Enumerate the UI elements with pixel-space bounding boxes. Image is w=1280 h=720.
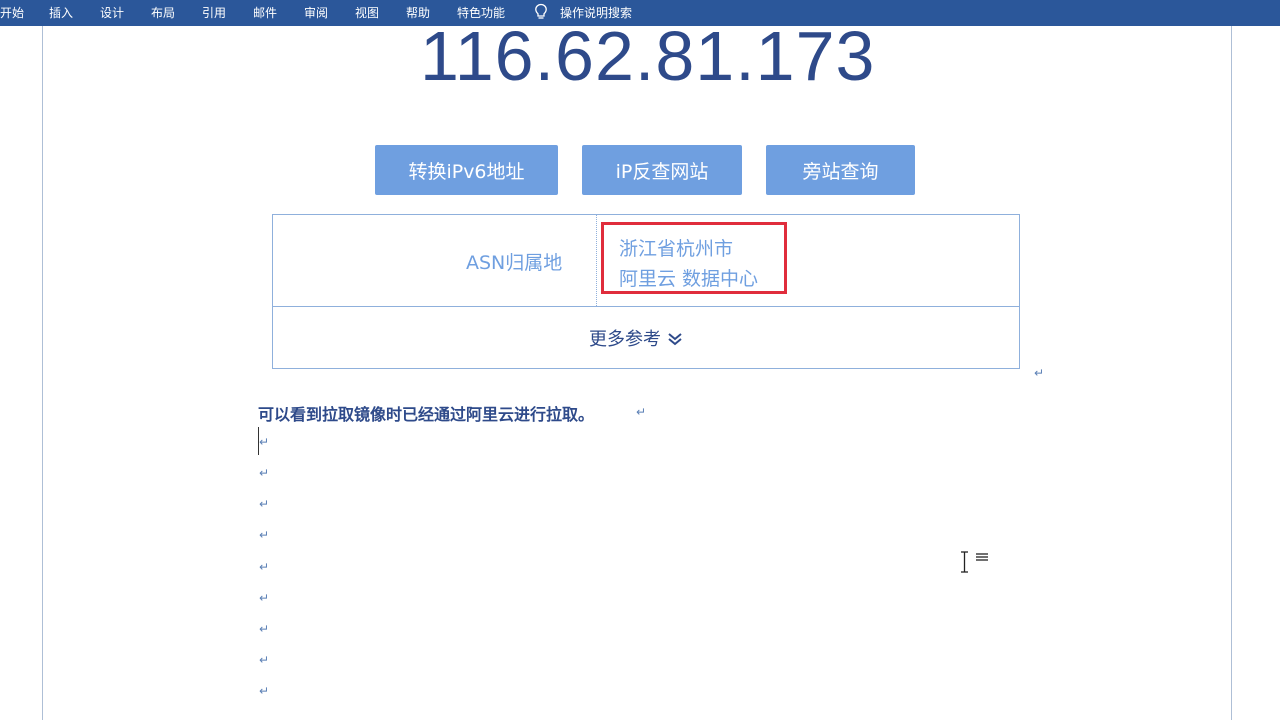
convert-ipv6-button[interactable]: 转换iPv6地址 <box>375 145 558 195</box>
paragraph-mark: ↵ <box>259 466 270 480</box>
ip-address-heading: 116.62.81.173 <box>420 17 876 95</box>
body-paragraph: 可以看到拉取镜像时已经通过阿里云进行拉取。 <box>258 405 595 424</box>
tab-references[interactable]: 引用 <box>202 4 226 21</box>
ip-reverse-lookup-button[interactable]: iP反查网站 <box>582 145 742 195</box>
paragraph-mark: ↵ <box>259 528 270 542</box>
asn-info-table: ASN归属地 浙江省杭州市 阿里云 数据中心 更多参考 <box>272 214 1020 369</box>
tab-design[interactable]: 设计 <box>100 4 124 21</box>
document-page[interactable]: 116.62.81.173 转换iPv6地址 iP反查网站 旁站查询 ASN归属… <box>0 17 1280 720</box>
tab-review[interactable]: 审阅 <box>304 4 328 21</box>
paragraph-mark: ↵ <box>259 622 270 636</box>
double-chevron-down-icon <box>668 333 682 346</box>
tab-layout[interactable]: 布局 <box>151 4 175 21</box>
more-references-link[interactable]: 更多参考 <box>589 325 683 351</box>
table-row-divider <box>273 306 1019 307</box>
paragraph-mark: ↵ <box>259 591 270 605</box>
paragraph-mark: ↵ <box>259 653 270 667</box>
ibeam-cursor-icon <box>961 551 988 573</box>
left-margin-line <box>42 26 43 720</box>
side-site-query-button[interactable]: 旁站查询 <box>766 145 915 195</box>
tab-insert[interactable]: 插入 <box>49 4 73 21</box>
paragraph-mark: ↵ <box>1034 366 1045 380</box>
paragraph-mark: ↵ <box>259 684 270 698</box>
table-column-divider <box>596 215 597 306</box>
paragraph-mark: ↵ <box>259 560 270 574</box>
paragraph-mark: ↵ <box>259 497 270 511</box>
more-references-label: 更多参考 <box>589 329 661 350</box>
right-margin-line <box>1231 26 1232 720</box>
asn-provider: 阿里云 数据中心 <box>619 268 759 290</box>
paragraph-mark: ↵ <box>636 405 647 419</box>
asn-location: 浙江省杭州市 <box>619 238 734 260</box>
paragraph-mark: ↵ <box>259 435 270 449</box>
tab-mailings[interactable]: 邮件 <box>253 4 277 21</box>
tab-home[interactable]: 开始 <box>0 4 24 21</box>
asn-label: ASN归属地 <box>466 252 563 274</box>
tab-view[interactable]: 视图 <box>355 4 379 21</box>
